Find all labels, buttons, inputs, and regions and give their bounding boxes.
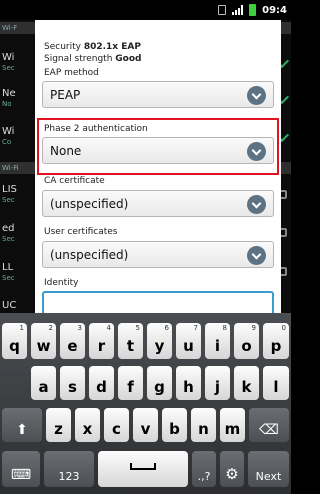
dropdown-icon — [247, 246, 266, 265]
key-q[interactable]: 1q — [2, 323, 27, 359]
status-bar: 09:4 — [0, 0, 291, 20]
space-key[interactable] — [98, 451, 188, 487]
key-n[interactable]: n — [191, 408, 216, 442]
list-item[interactable]: UC — [2, 300, 16, 311]
backspace-key[interactable]: ⌫ — [249, 408, 289, 442]
keyboard-icon: ⌨ — [10, 467, 32, 483]
eap-method-value: PEAP — [50, 88, 81, 102]
shift-icon: ⬆ — [16, 422, 28, 438]
user-certificates-value: (unspecified) — [50, 248, 129, 262]
battery-icon — [249, 4, 257, 16]
ca-certificate-dropdown[interactable]: (unspecified) — [42, 190, 274, 217]
key-x[interactable]: x — [75, 408, 100, 442]
eap-method-label: EAP method — [44, 68, 99, 78]
key-k[interactable]: k — [234, 366, 259, 400]
dropdown-icon — [247, 195, 266, 214]
eap-method-dropdown[interactable]: PEAP — [42, 81, 274, 108]
space-icon — [130, 463, 156, 470]
key-h[interactable]: h — [176, 366, 201, 400]
key-l[interactable]: l — [263, 366, 289, 400]
security-info: Security 802.1x EAP — [44, 42, 141, 52]
signal-info: Signal strength Good — [44, 54, 142, 64]
status-icons: 09:4 — [218, 2, 287, 18]
ca-certificate-value: (unspecified) — [50, 197, 129, 211]
key-y[interactable]: 6y — [147, 323, 172, 359]
shift-key[interactable]: ⬆ — [2, 408, 42, 442]
key-c[interactable]: c — [104, 408, 129, 442]
key-f[interactable]: f — [118, 366, 143, 400]
key-w[interactable]: 2w — [31, 323, 56, 359]
settings-key[interactable]: ⚙ — [220, 451, 244, 487]
key-a[interactable]: a — [31, 366, 56, 400]
signal-icon — [232, 5, 244, 15]
key-b[interactable]: b — [162, 408, 187, 442]
key-m[interactable]: m — [220, 408, 245, 442]
key-p[interactable]: 0p — [263, 323, 289, 359]
keyboard-mode-key[interactable]: ⌨ — [2, 451, 40, 487]
key-i[interactable]: 8i — [205, 323, 230, 359]
key-z[interactable]: z — [46, 408, 71, 442]
key-d[interactable]: d — [89, 366, 114, 400]
user-certificates-dropdown[interactable]: (unspecified) — [42, 241, 274, 268]
key-g[interactable]: g — [147, 366, 172, 400]
key-v[interactable]: v — [133, 408, 158, 442]
ca-certificate-label: CA certificate — [44, 176, 105, 186]
numbers-key[interactable]: 123 — [44, 451, 94, 487]
key-r[interactable]: 4r — [89, 323, 114, 359]
list-item[interactable]: LL Sec — [2, 262, 15, 284]
punctuation-key[interactable]: .,? — [192, 451, 216, 487]
key-o[interactable]: 9o — [234, 323, 259, 359]
dropdown-icon — [247, 86, 266, 105]
key-j[interactable]: j — [205, 366, 230, 400]
key-s[interactable]: s — [60, 366, 85, 400]
soft-keyboard: 1q 2w 3e 4r 5t 6y 7u 8i 9o 0p a s d f g … — [0, 313, 291, 494]
list-item[interactable]: ed Sec — [2, 223, 15, 245]
list-item[interactable]: Wi Co — [2, 126, 14, 148]
key-e[interactable]: 3e — [60, 323, 85, 359]
phase2-highlight — [37, 118, 279, 175]
next-key[interactable]: Next — [248, 451, 289, 487]
user-certificates-label: User certificates — [44, 227, 118, 237]
sim-icon — [218, 5, 227, 15]
clock: 09:4 — [262, 4, 287, 16]
list-item[interactable]: Wi Sec — [2, 52, 15, 74]
identity-label: Identity — [44, 278, 79, 288]
settings-icon: ⚙ — [225, 465, 239, 483]
key-t[interactable]: 5t — [118, 323, 143, 359]
list-item[interactable]: LIS Sec — [2, 184, 17, 206]
key-u[interactable]: 7u — [176, 323, 201, 359]
backspace-icon: ⌫ — [259, 422, 279, 438]
list-item[interactable]: Ne No — [2, 88, 16, 110]
